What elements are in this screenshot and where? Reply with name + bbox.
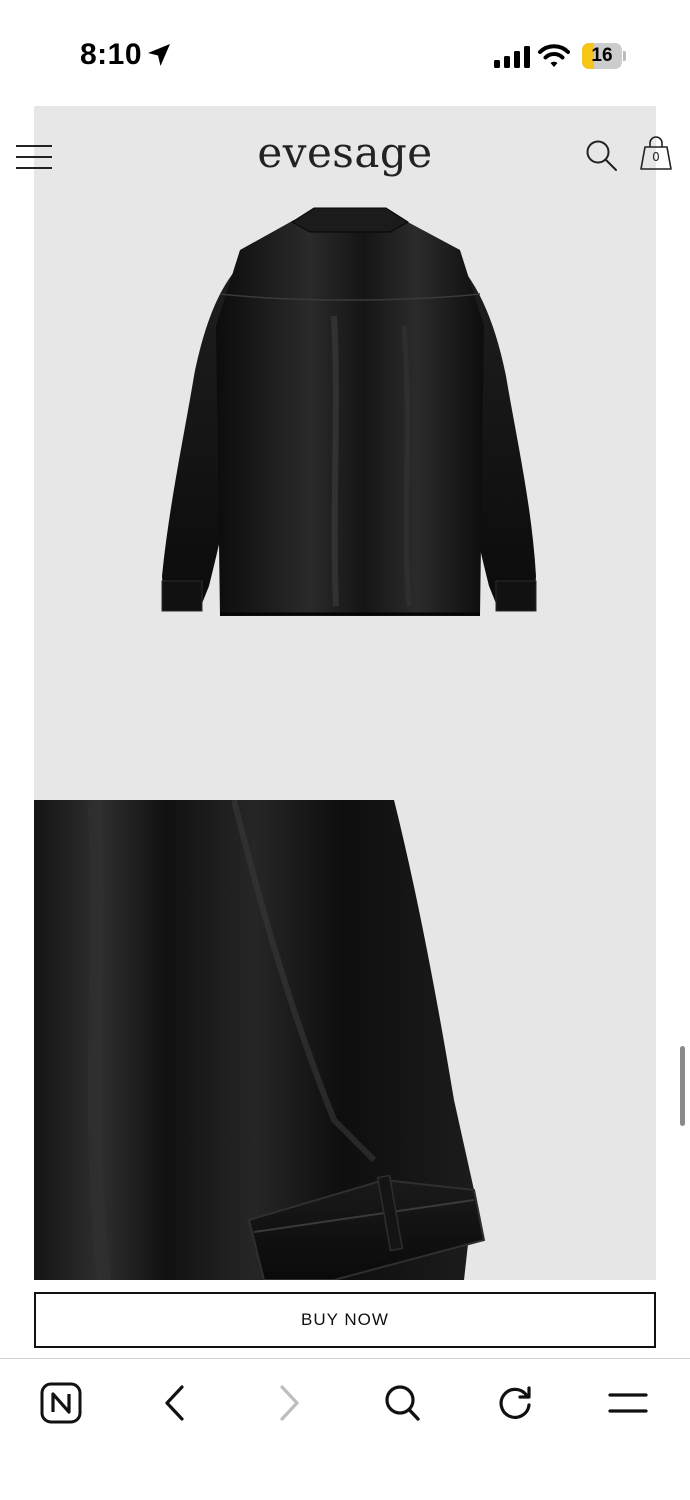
- search-icon[interactable]: [584, 138, 618, 172]
- browser-toolbar: [0, 1358, 690, 1500]
- gallery-divider: [34, 772, 656, 800]
- jacket-back-view-image: [161, 207, 537, 616]
- reload-icon: [499, 1386, 531, 1419]
- wifi-icon: [538, 44, 570, 67]
- product-image-sleeve-detail[interactable]: [34, 800, 656, 1280]
- cart-count: 0: [652, 150, 660, 164]
- status-bar: 8:10 16: [0, 0, 690, 106]
- product-image-back-view[interactable]: [34, 106, 656, 800]
- shopping-bag-button[interactable]: 0: [638, 136, 674, 172]
- page-scrollbar[interactable]: [680, 1046, 685, 1126]
- battery-level: 16: [591, 45, 613, 66]
- toolbar-search-icon: [385, 1385, 420, 1421]
- forward-button[interactable]: [264, 1381, 314, 1425]
- buy-now-button[interactable]: BUY NOW: [34, 1292, 656, 1348]
- menu-button[interactable]: [603, 1381, 653, 1425]
- n-tab-icon: [40, 1382, 82, 1424]
- brand-logo-text[interactable]: evesage: [257, 128, 432, 177]
- battery-icon: 16: [582, 43, 626, 69]
- jacket-sleeve-detail-image: [34, 800, 486, 1280]
- forward-chevron-icon: [280, 1385, 299, 1421]
- n-tab-button[interactable]: [36, 1381, 86, 1425]
- signal-bars-icon: [494, 46, 530, 68]
- back-chevron-icon: [165, 1385, 184, 1421]
- hamburger-menu-icon[interactable]: [16, 142, 54, 172]
- menu-icon: [608, 1393, 648, 1413]
- reload-button[interactable]: [490, 1381, 540, 1425]
- back-button[interactable]: [150, 1381, 200, 1425]
- search-button[interactable]: [377, 1381, 427, 1425]
- status-time: 8:10: [80, 38, 143, 71]
- location-arrow-icon: [148, 44, 170, 66]
